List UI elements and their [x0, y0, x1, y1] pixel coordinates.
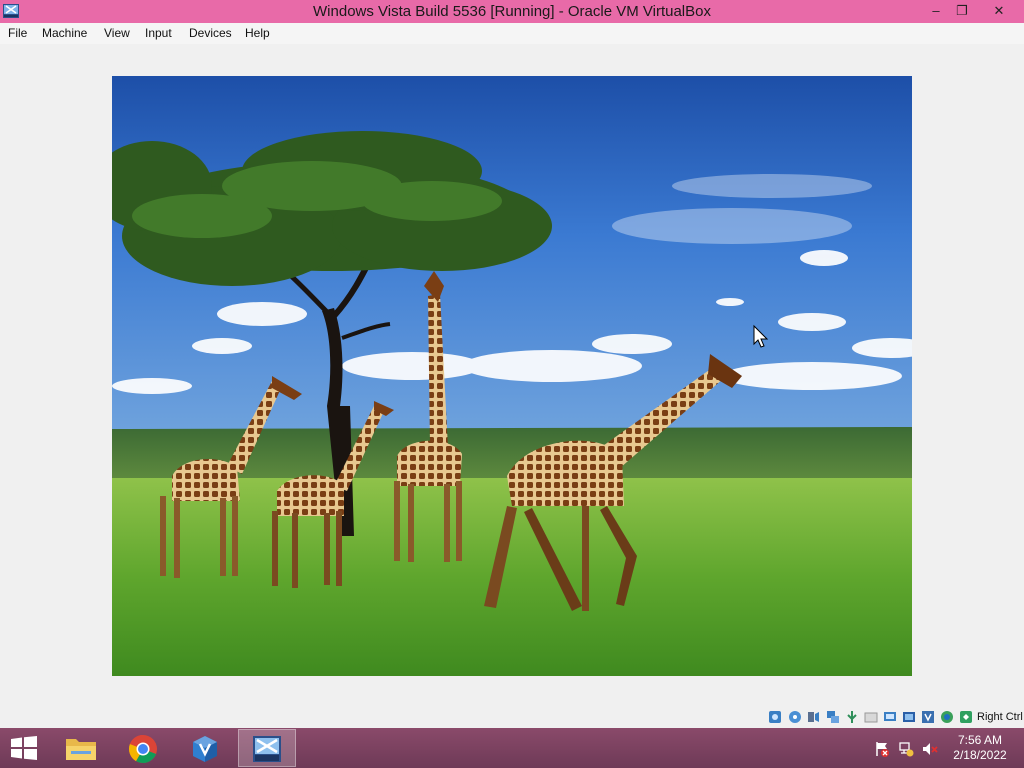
guest-display[interactable] [112, 76, 912, 676]
minimize-button[interactable]: – [922, 0, 950, 23]
volume-muted-icon[interactable] [922, 741, 938, 757]
action-center-icon[interactable] [874, 741, 890, 757]
keyboard-icon[interactable] [959, 710, 973, 724]
restore-button[interactable]: ❐ [948, 0, 976, 23]
taskbar-chrome[interactable] [114, 729, 172, 767]
taskbar-file-explorer[interactable] [52, 729, 110, 767]
cpu-icon[interactable] [921, 710, 935, 724]
network-icon[interactable] [826, 710, 840, 724]
menu-view[interactable]: View [104, 23, 130, 44]
display-icon[interactable] [883, 710, 897, 724]
vm-statusbar: Right Ctrl [0, 706, 1024, 728]
giraffe-wallpaper [112, 76, 912, 676]
close-button[interactable]: ✕ [984, 0, 1014, 23]
video-capture-icon[interactable] [902, 710, 916, 724]
vista-vm-icon [253, 736, 281, 762]
hard-disk-icon[interactable] [768, 710, 782, 724]
menu-machine[interactable]: Machine [42, 23, 87, 44]
menu-file[interactable]: File [8, 23, 27, 44]
shared-folders-icon[interactable] [864, 710, 878, 724]
menu-help[interactable]: Help [245, 23, 270, 44]
chrome-icon [128, 735, 157, 763]
virtualbox-icon [193, 736, 217, 762]
host-key-label: Right Ctrl [977, 711, 1023, 723]
window-titlebar[interactable]: Windows Vista Build 5536 [Running] - Ora… [0, 0, 1024, 23]
audio-icon[interactable] [807, 710, 821, 724]
folder-icon [66, 739, 96, 760]
window-title: Windows Vista Build 5536 [Running] - Ora… [313, 3, 711, 20]
system-clock[interactable]: 7:56 AM 2/18/2022 [948, 733, 1012, 763]
taskbar-virtualbox[interactable] [176, 729, 234, 767]
menu-input[interactable]: Input [145, 23, 172, 44]
usb-icon[interactable] [845, 710, 859, 724]
windows-taskbar: 7:56 AM 2/18/2022 [0, 728, 1024, 768]
menu-devices[interactable]: Devices [189, 23, 232, 44]
taskbar-vista-vm[interactable] [238, 729, 296, 767]
clock-date: 2/18/2022 [953, 748, 1007, 762]
clock-time: 7:56 AM [957, 733, 1003, 747]
optical-drive-icon[interactable] [788, 710, 802, 724]
mouse-integration-icon[interactable] [940, 710, 954, 724]
network-tray-icon[interactable] [898, 741, 914, 757]
start-button-icon[interactable] [10, 736, 38, 760]
menu-bar: File Machine View Input Devices Help [0, 23, 1024, 44]
